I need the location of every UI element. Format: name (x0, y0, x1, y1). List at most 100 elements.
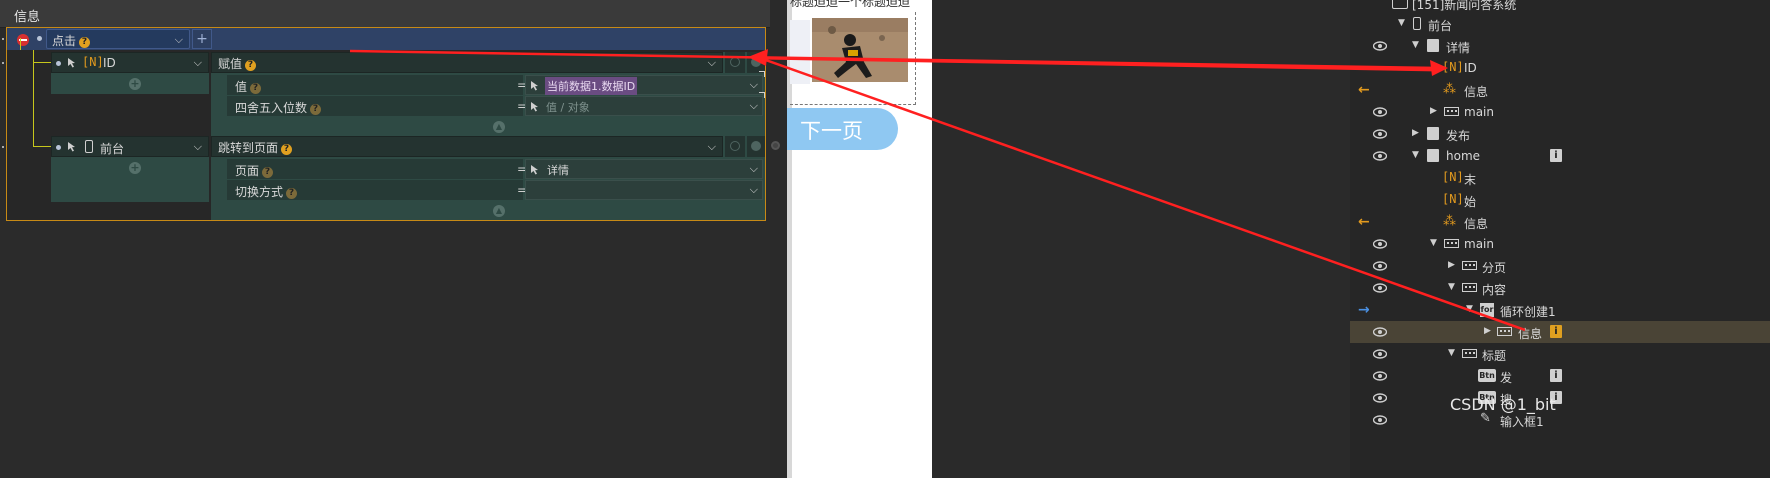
expand-arrow-icon[interactable]: ▼ (1398, 18, 1405, 28)
bullet-icon (56, 145, 61, 150)
tree-label: 前台 (1428, 19, 1453, 33)
tree-row[interactable]: [N] 始 (1350, 189, 1770, 211)
target-dropdown[interactable]: 前台 ⌵ (51, 136, 209, 157)
box-icon (1497, 327, 1512, 336)
preview-spacer (790, 20, 810, 84)
tree-row[interactable]: ← ⁂ 信息 (1350, 211, 1770, 233)
param-label: 切换方式 (235, 185, 284, 199)
tree-row[interactable]: ▼ 标题 (1350, 343, 1770, 365)
help-icon[interactable]: ? (250, 83, 262, 94)
add-sub-action-icon[interactable]: + (129, 78, 141, 90)
collapse-arrow-icon[interactable]: ▶ (1448, 260, 1455, 270)
param-row: 四舍五入位数? (227, 96, 523, 116)
transition-select[interactable]: ⌵ (525, 180, 763, 200)
tree-row[interactable]: [N] ID (1350, 57, 1770, 79)
eye-icon[interactable] (1373, 348, 1387, 360)
news-thumbnail[interactable] (812, 18, 908, 82)
info-icon[interactable]: i (1550, 369, 1562, 382)
eye-icon[interactable] (1373, 150, 1387, 162)
next-page-label: 下一页 (800, 119, 863, 143)
tree-row[interactable]: Btn 发 i (1350, 365, 1770, 387)
value-field[interactable]: 值 / 对象 ⌵ (525, 96, 763, 116)
eye-icon[interactable] (1373, 326, 1387, 338)
help-icon[interactable]: ? (310, 104, 322, 115)
page-select[interactable]: 详情 ⌵ (525, 159, 763, 179)
warning-icon[interactable]: i (1550, 325, 1562, 338)
help-icon[interactable]: ? (245, 60, 257, 71)
collapse-arrow-icon[interactable]: ▶ (1412, 128, 1419, 138)
expand-arrow-icon[interactable]: ▼ (1448, 348, 1455, 358)
refresh-icon[interactable] (725, 136, 745, 157)
chevron-down-icon: ⌵ (749, 162, 758, 175)
editor-titlebar: 信息 (0, 0, 770, 28)
tree-row[interactable]: ▼ main (1350, 233, 1770, 255)
expand-arrow-icon[interactable]: ▼ (1448, 282, 1455, 292)
remove-event-icon[interactable] (17, 34, 29, 46)
action-dropdown[interactable]: 赋值? ⌵ (211, 52, 723, 73)
chevron-down-icon: ⌵ (174, 33, 183, 46)
tree-row[interactable]: ← ⁂ 信息 (1350, 79, 1770, 101)
settings-icon[interactable] (747, 52, 765, 73)
param-label: 页面 (235, 164, 260, 178)
eye-icon[interactable] (1373, 128, 1387, 140)
expand-arrow-icon[interactable]: ▼ (1412, 150, 1419, 160)
eye-icon[interactable] (1373, 392, 1387, 404)
expand-icon[interactable] (759, 92, 765, 98)
action-dropdown[interactable]: 跳转到页面? ⌵ (211, 136, 723, 157)
event-row: 点击? ⌵ + (7, 28, 765, 50)
box-icon (1462, 261, 1477, 270)
eye-icon[interactable] (1373, 282, 1387, 294)
tree-row[interactable]: ▶ main (1350, 101, 1770, 123)
help-icon[interactable]: ? (262, 167, 274, 178)
event-type-dropdown[interactable]: 点击? ⌵ (46, 29, 190, 49)
value-field[interactable]: 当前数据1.数据ID ⌵ (525, 75, 763, 95)
tree-row[interactable]: ▼ 详情 (1350, 35, 1770, 57)
collapse-icon[interactable]: ▲ (493, 205, 505, 217)
tree-row-selected[interactable]: ▶ 信息 i (1350, 321, 1770, 343)
tree-row[interactable]: ▼ home i (1350, 145, 1770, 167)
tree-label: ID (1464, 61, 1477, 75)
settings-icon[interactable] (747, 136, 765, 157)
collapse-icon[interactable]: ▲ (493, 121, 505, 133)
resize-handle[interactable] (771, 141, 780, 150)
tree-row[interactable]: ▼ 前台 (1350, 13, 1770, 35)
pointer-icon (68, 142, 75, 152)
expand-icon[interactable] (759, 71, 765, 77)
expand-arrow-icon[interactable]: ▼ (1412, 40, 1419, 50)
eye-icon[interactable] (1373, 260, 1387, 272)
add-action-button[interactable]: + (192, 29, 212, 49)
help-icon[interactable]: ? (281, 144, 293, 155)
expand-arrow-icon[interactable]: ▼ (1466, 304, 1473, 314)
tree-row[interactable]: [N] 末 (1350, 167, 1770, 189)
tree-row[interactable]: ▶ 发布 (1350, 123, 1770, 145)
tree-row[interactable]: Btn 搜 i (1350, 387, 1770, 409)
connector-line (33, 62, 51, 63)
tree-row[interactable]: [151]新闻问答系统 (1350, 0, 1770, 14)
bullet-icon (56, 61, 61, 66)
help-icon[interactable]: ? (286, 188, 298, 199)
eye-icon[interactable] (1373, 40, 1387, 52)
help-icon[interactable]: ? (79, 37, 91, 48)
eye-icon[interactable] (1373, 414, 1387, 426)
refresh-icon[interactable] (725, 52, 745, 73)
tree-row[interactable]: ✎ 输入框1 (1350, 409, 1770, 431)
eye-icon[interactable] (1373, 370, 1387, 382)
collapse-arrow-icon[interactable]: ▶ (1484, 326, 1491, 336)
tree-row[interactable]: ▶ 分页 (1350, 255, 1770, 277)
add-sub-action-icon[interactable]: + (129, 162, 141, 174)
collapse-arrow-icon[interactable]: ▶ (1430, 106, 1437, 116)
eye-icon[interactable] (1373, 106, 1387, 118)
pointer-icon (68, 58, 75, 68)
event-type-label: 点击 (52, 34, 77, 48)
tree-row[interactable]: → ▼ for 循环创建1 (1350, 299, 1770, 321)
expand-arrow-icon[interactable]: ▼ (1430, 238, 1437, 248)
target-dropdown[interactable]: [N] ID ⌵ (51, 52, 209, 73)
event-editor: 信息 点击? ⌵ + [N] ID ⌵ + 赋值 ? ⌵ 值 ? = 当前数据1… (0, 0, 780, 478)
tree-row[interactable]: ▼ 内容 (1350, 277, 1770, 299)
tree-label: main (1464, 105, 1494, 119)
pointer-icon (531, 165, 538, 175)
phone-icon (1413, 17, 1421, 30)
eye-icon[interactable] (1373, 238, 1387, 250)
value-placeholder: 值 / 对象 (546, 101, 590, 114)
info-icon[interactable]: i (1550, 149, 1562, 162)
